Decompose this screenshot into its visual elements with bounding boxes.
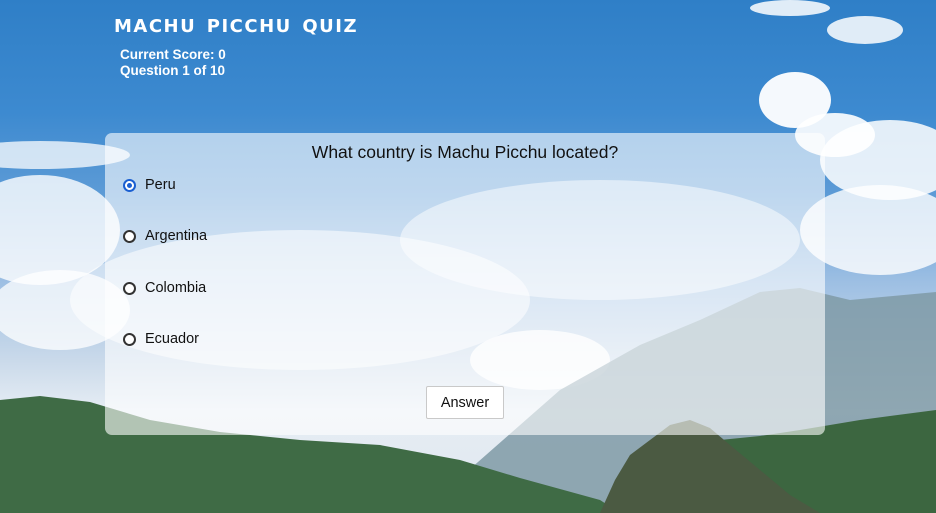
radio-button[interactable]	[123, 229, 136, 243]
radio-button[interactable]	[123, 281, 136, 295]
quiz-status: Current Score: 0 Question 1 of 10	[120, 47, 226, 79]
option-colombia[interactable]: Colombia	[123, 277, 206, 299]
option-label: Peru	[145, 177, 176, 193]
quiz-page: Machu Picchu Quiz Current Score: 0 Quest…	[0, 0, 936, 513]
option-ecuador[interactable]: Ecuador	[123, 328, 199, 350]
option-peru[interactable]: Peru	[123, 174, 176, 196]
option-label: Argentina	[145, 228, 208, 244]
current-score: Current Score: 0	[120, 47, 226, 62]
page-title: Machu Picchu Quiz	[114, 9, 358, 39]
radio-button[interactable]	[123, 332, 136, 346]
option-label: Ecuador	[145, 331, 200, 347]
radio-button[interactable]	[123, 178, 136, 192]
question-text: What country is Machu Picchu located?	[311, 142, 619, 162]
quiz-card: What country is Machu Picchu located? Pe…	[105, 133, 825, 435]
option-argentina[interactable]: Argentina	[123, 225, 207, 247]
option-label: Colombia	[145, 280, 207, 296]
question-progress: Question 1 of 10	[120, 63, 226, 78]
answer-button[interactable]: Answer	[426, 386, 504, 419]
